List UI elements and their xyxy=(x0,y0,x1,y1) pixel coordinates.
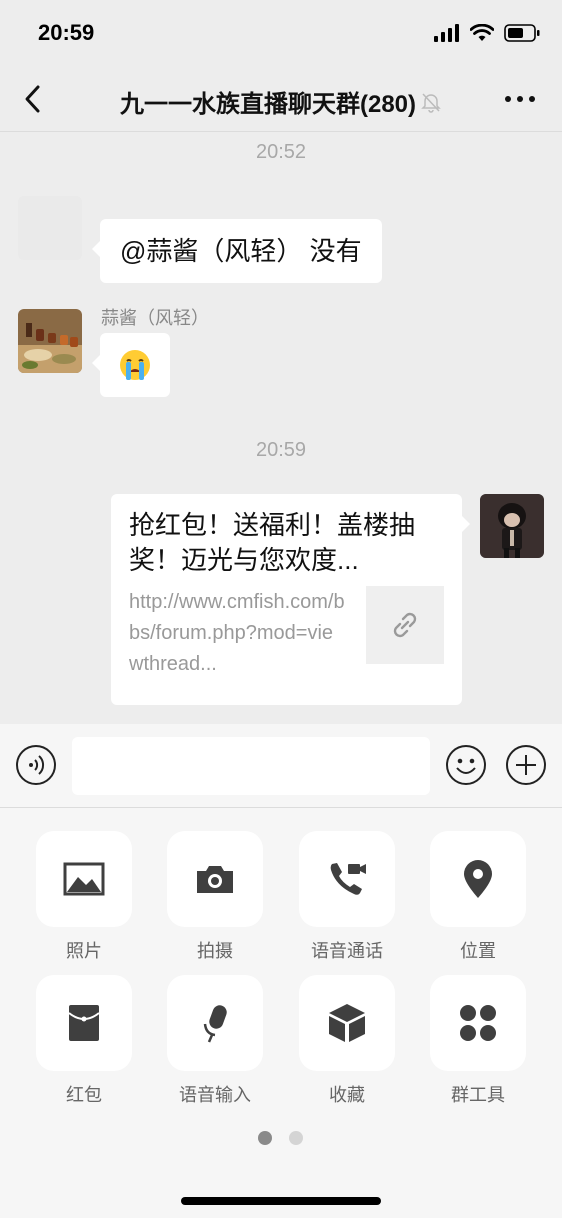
location-icon xyxy=(464,860,492,898)
cellular-signal-icon xyxy=(434,24,459,42)
tool-tile xyxy=(167,975,263,1071)
tool-camera[interactable]: 拍摄 xyxy=(167,831,263,963)
avatar[interactable] xyxy=(18,309,82,373)
voice-toggle-button[interactable] xyxy=(15,744,57,786)
microphone-icon xyxy=(203,1005,227,1043)
battery-icon xyxy=(504,24,540,42)
tool-photo[interactable]: 照片 xyxy=(36,831,132,963)
red-packet-icon xyxy=(68,1005,100,1041)
tool-tile xyxy=(299,831,395,927)
camera-icon xyxy=(197,866,233,893)
message-bubble[interactable] xyxy=(92,333,170,397)
mute-bell-icon xyxy=(421,92,441,113)
message-bubble[interactable]: @蒜酱（风轻） 没有 xyxy=(92,219,382,283)
tool-label: 照片 xyxy=(66,941,102,961)
link-card[interactable]: 抢红包！送福利！盖楼抽奖！迈光与您欢度... http://www.cmfish… xyxy=(111,494,470,705)
my-avatar[interactable] xyxy=(480,494,544,558)
tool-label: 拍摄 xyxy=(197,941,233,961)
group-tools-icon xyxy=(460,1005,496,1041)
tool-tile xyxy=(299,975,395,1071)
sender-name: 蒜酱（风轻） xyxy=(101,308,209,328)
link-url: http://www.cmfish.com/bbs/forum.php?mod=… xyxy=(129,591,345,675)
tool-tile xyxy=(430,831,526,927)
status-time: 20:59 xyxy=(38,20,95,45)
video-call-icon xyxy=(330,863,366,895)
home-indicator xyxy=(181,1197,381,1205)
status-bar: 20:59 xyxy=(0,0,562,66)
tool-label: 红包 xyxy=(66,1085,102,1105)
tool-label: 语音输入 xyxy=(179,1085,251,1105)
timestamp: 20:59 xyxy=(255,439,307,461)
voice-wave-icon xyxy=(16,745,56,785)
status-icons xyxy=(434,24,540,42)
favorites-icon xyxy=(329,1004,365,1042)
more-dots-icon xyxy=(505,96,535,102)
link-title: 抢红包！送福利！盖楼抽奖！迈光与您欢度... xyxy=(129,510,416,575)
smiley-icon xyxy=(446,745,486,785)
tool-tile xyxy=(430,975,526,1071)
nav-bar: 九一一水族直播聊天群(280) xyxy=(0,66,562,132)
tool-voice-input[interactable]: 语音输入 xyxy=(167,975,263,1107)
chat-title: 九一一水族直播聊天群(280) xyxy=(119,91,417,118)
tool-red-packet[interactable]: 红包 xyxy=(36,975,132,1107)
tool-tile xyxy=(167,831,263,927)
wifi-icon xyxy=(470,24,494,41)
tool-label: 位置 xyxy=(460,941,496,961)
nav-title-wrap: 九一一水族直播聊天群(280) xyxy=(0,84,562,119)
message-text: @蒜酱（风轻） 没有 xyxy=(120,236,362,266)
avatar[interactable] xyxy=(18,196,82,260)
tool-favorites[interactable]: 收藏 xyxy=(299,975,395,1107)
food-photo-avatar xyxy=(18,309,82,373)
crying-face-icon xyxy=(120,350,150,380)
tool-group-tools[interactable]: 群工具 xyxy=(430,975,526,1107)
emoji-button[interactable] xyxy=(445,744,487,786)
tool-location[interactable]: 位置 xyxy=(430,831,526,963)
timestamp: 20:52 xyxy=(255,141,307,163)
plus-icon xyxy=(506,745,546,785)
photo-icon xyxy=(63,862,105,896)
tool-label: 群工具 xyxy=(451,1085,505,1105)
input-bar xyxy=(0,724,562,808)
anime-character-avatar xyxy=(480,494,544,558)
page-indicator[interactable] xyxy=(289,1131,303,1145)
link-thumbnail xyxy=(366,586,444,664)
message-input[interactable] xyxy=(72,737,430,795)
tool-voice-call[interactable]: 语音通话 xyxy=(299,831,395,963)
tool-tile xyxy=(36,831,132,927)
link-icon xyxy=(393,612,417,638)
more-functions-button[interactable] xyxy=(505,744,547,786)
page-indicator-active[interactable] xyxy=(258,1131,272,1145)
more-button[interactable] xyxy=(504,88,536,110)
tool-label: 语音通话 xyxy=(311,941,383,961)
tools-panel: 照片 拍摄 语音通话 位置 红包 语音输入 收藏 群工具 xyxy=(0,808,562,1218)
tool-label: 收藏 xyxy=(329,1085,365,1105)
tool-tile xyxy=(36,975,132,1071)
